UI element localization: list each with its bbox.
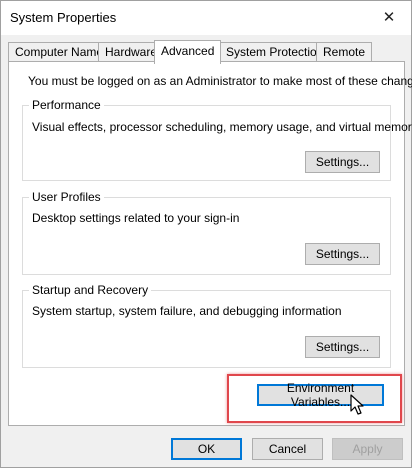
close-icon: ✕ <box>382 9 396 26</box>
performance-group: Performance Visual effects, processor sc… <box>22 98 412 181</box>
tab-advanced[interactable]: Advanced <box>154 40 222 64</box>
user-profiles-settings-button[interactable]: Settings... <box>305 243 380 265</box>
user-profiles-group: User Profiles Desktop settings related t… <box>22 190 391 275</box>
startup-recovery-settings-button[interactable]: Settings... <box>305 336 380 358</box>
performance-settings-button[interactable]: Settings... <box>305 151 380 173</box>
performance-description: Visual effects, processor scheduling, me… <box>32 120 412 134</box>
cancel-button[interactable]: Cancel <box>252 438 323 460</box>
tab-system-protection[interactable]: System Protection <box>219 42 331 62</box>
apply-button[interactable]: Apply <box>332 438 403 460</box>
user-profiles-description: Desktop settings related to your sign-in <box>32 211 240 225</box>
close-button[interactable]: ✕ <box>367 1 411 33</box>
advanced-tab-panel: You must be logged on as an Administrato… <box>8 61 412 426</box>
mouse-cursor-icon <box>350 394 364 415</box>
admin-note: You must be logged on as an Administrato… <box>28 74 412 88</box>
startup-recovery-description: System startup, system failure, and debu… <box>32 304 342 318</box>
startup-recovery-label: Startup and Recovery <box>29 283 152 297</box>
title-bar: System Properties ✕ <box>1 1 411 35</box>
window-title: System Properties <box>10 10 117 25</box>
tab-remote[interactable]: Remote <box>316 42 373 62</box>
performance-label: Performance <box>29 98 104 112</box>
tab-strip: Computer Name Hardware Advanced System P… <box>8 40 408 64</box>
tab-computer-name[interactable]: Computer Name <box>8 42 111 62</box>
startup-recovery-group: Startup and Recovery System startup, sys… <box>22 283 391 368</box>
ok-button[interactable]: OK <box>171 438 242 460</box>
user-profiles-label: User Profiles <box>29 190 104 204</box>
